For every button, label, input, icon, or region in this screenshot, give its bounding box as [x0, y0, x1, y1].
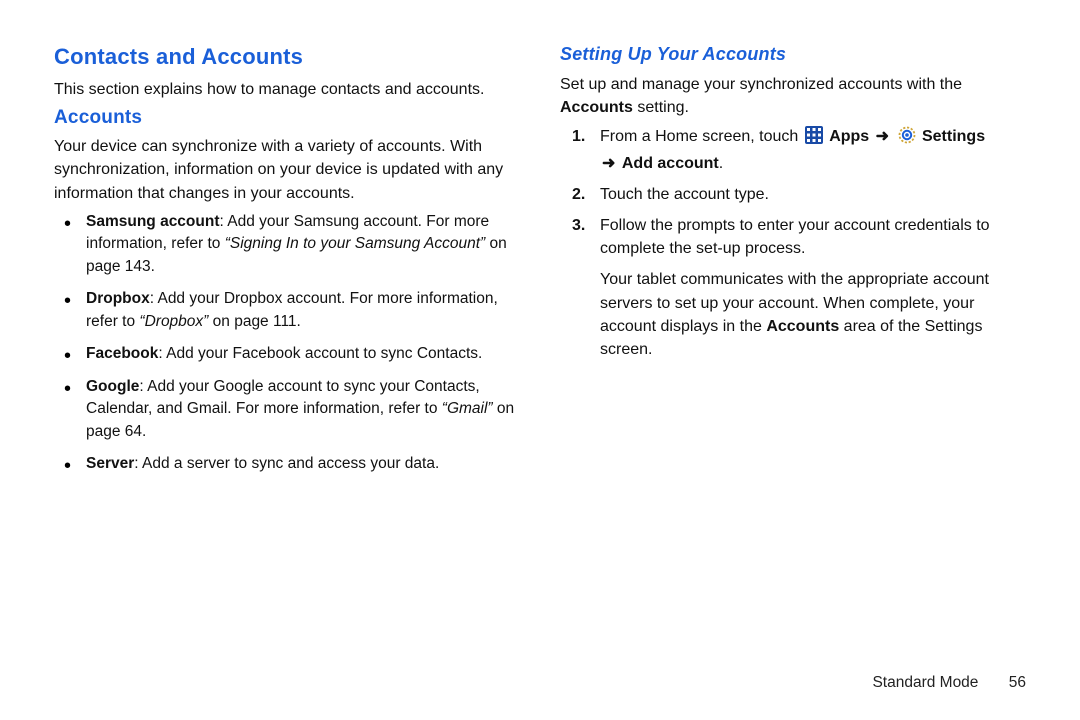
add-account-label: Add account: [622, 155, 719, 172]
account-ref: “Dropbox”: [139, 313, 208, 330]
intro-text: This section explains how to manage cont…: [54, 78, 520, 101]
settings-label: Settings: [922, 128, 985, 145]
arrow-icon: ➜: [600, 155, 617, 172]
step-1: From a Home screen, touch Apps ➜: [600, 125, 1026, 174]
setup-intro-bold: Accounts: [560, 99, 633, 116]
account-ref: “Signing In to your Samsung Account”: [225, 235, 485, 252]
steps-list: From a Home screen, touch Apps ➜: [560, 125, 1026, 260]
account-ref: “Gmail”: [442, 400, 493, 417]
setup-outro: Your tablet communicates with the approp…: [600, 268, 1026, 361]
arrow-icon: ➜: [874, 128, 891, 145]
heading-contacts-accounts: Contacts and Accounts: [54, 44, 520, 70]
list-item: Server: Add a server to sync and access …: [82, 453, 520, 475]
apps-icon: [805, 126, 823, 151]
account-tail: on page 111.: [208, 313, 301, 330]
account-desc: : Add your Google account to sync your C…: [86, 378, 480, 417]
heading-accounts: Accounts: [54, 107, 520, 129]
account-label: Google: [86, 378, 139, 395]
left-column: Contacts and Accounts This section expla…: [54, 44, 520, 485]
account-label: Facebook: [86, 345, 158, 362]
account-types-list: Samsung account: Add your Samsung accoun…: [54, 211, 520, 476]
two-column-layout: Contacts and Accounts This section expla…: [54, 44, 1026, 485]
right-column: Setting Up Your Accounts Set up and mana…: [560, 44, 1026, 485]
apps-label: Apps: [829, 128, 869, 145]
list-item: Dropbox: Add your Dropbox account. For m…: [82, 288, 520, 333]
account-label: Server: [86, 455, 134, 472]
page-footer: Standard Mode 56: [872, 674, 1026, 692]
step1-lead: From a Home screen, touch: [600, 128, 803, 145]
setup-intro-tail: setting.: [633, 99, 689, 116]
step-2: Touch the account type.: [600, 183, 1026, 206]
settings-icon: [898, 126, 916, 151]
setup-intro: Set up and manage your synchronized acco…: [560, 73, 1026, 119]
account-label: Samsung account: [86, 213, 220, 230]
page-number: 56: [1009, 674, 1026, 691]
account-desc: : Add a server to sync and access your d…: [134, 455, 439, 472]
list-item: Google: Add your Google account to sync …: [82, 376, 520, 443]
account-desc: : Add your Facebook account to sync Cont…: [158, 345, 482, 362]
outro-bold: Accounts: [766, 318, 839, 335]
footer-mode: Standard Mode: [872, 674, 978, 691]
heading-setting-up: Setting Up Your Accounts: [560, 44, 1026, 65]
step-3: Follow the prompts to enter your account…: [600, 214, 1026, 260]
manual-page: Contacts and Accounts This section expla…: [0, 0, 1080, 720]
setup-intro-lead: Set up and manage your synchronized acco…: [560, 76, 962, 93]
list-item: Samsung account: Add your Samsung accoun…: [82, 211, 520, 278]
list-item: Facebook: Add your Facebook account to s…: [82, 343, 520, 365]
period: .: [719, 155, 723, 172]
account-label: Dropbox: [86, 290, 150, 307]
accounts-intro: Your device can synchronize with a varie…: [54, 135, 520, 205]
